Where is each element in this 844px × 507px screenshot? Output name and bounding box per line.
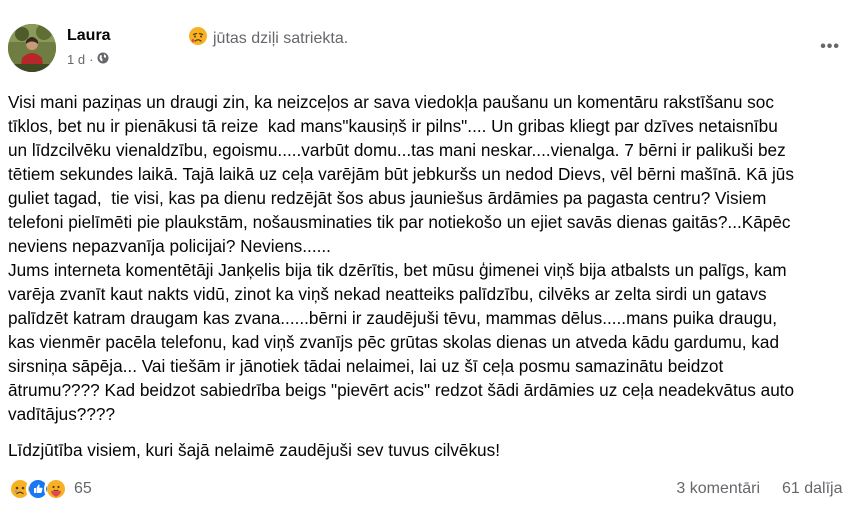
globe-icon[interactable]	[97, 52, 109, 67]
facebook-post: Laura jūtas dziļi satriekta. 1 d · ••• V…	[0, 0, 844, 507]
feeling-icon	[188, 26, 208, 51]
care-reaction-icon	[44, 477, 68, 501]
avatar-image	[8, 24, 56, 72]
post-time[interactable]: 1 d	[67, 52, 85, 67]
post-body-line: guliet tagad, tie visi, kas pa dienu red…	[8, 188, 767, 208]
post-body-line: sirsniņa sāpēja... Vai tiešām ir jānotie…	[8, 356, 724, 376]
shares-count[interactable]: 61 dalīja	[782, 480, 843, 498]
reactions-summary[interactable]: 65	[8, 477, 92, 501]
post-body-line: tētiem sekundes laikā. Tajā laikā uz ceļ…	[8, 164, 794, 184]
author-name[interactable]: Laura	[67, 27, 111, 45]
post-body-line: Jums interneta komentētāji Janķelis bija…	[8, 260, 787, 280]
post-meta: 1 d ·	[67, 52, 109, 67]
post-body-line: telefoni pielīmēti pie plaukstām, nošaus…	[8, 212, 791, 232]
feeling-status: jūtas dziļi satriekta.	[188, 26, 348, 51]
post-body-line: un līdzcilvēku vienaldzību, egoismu.....…	[8, 140, 786, 160]
post-body-line: palīdzēt katram draugam kas zvana......b…	[8, 308, 778, 328]
post-body-line: Līdzjūtība visiem, kuri šajā nelaimē zau…	[8, 440, 500, 460]
post-body: Visi mani paziņas un draugi zin, ka neiz…	[8, 90, 844, 462]
comments-count[interactable]: 3 komentāri	[676, 480, 760, 498]
post-body-line: varēja zvanīt kaut nakts vidū, zinot ka …	[8, 284, 767, 304]
post-body-line: vadītājus????	[8, 404, 116, 424]
reaction-count: 65	[74, 480, 92, 497]
more-options-icon[interactable]: •••	[820, 38, 840, 56]
meta-separator: ·	[89, 52, 94, 67]
post-body-line: Visi mani paziņas un draugi zin, ka neiz…	[8, 92, 774, 112]
post-body-line: tīklos, bet nu ir pienākusi tā reize kad…	[8, 116, 778, 136]
feeling-text: jūtas dziļi satriekta.	[213, 29, 349, 47]
post-body-line: kas vienmēr pacēla telefonu, kad viņš zv…	[8, 332, 780, 352]
post-body-line: ātrumu???? Kad beidzot sabiedrība beigs …	[8, 380, 795, 400]
post-body-line: neviens nepazvanīja policijai? Neviens..…	[8, 236, 331, 256]
post-footer: 65 3 komentāri 61 dalīja	[8, 476, 844, 502]
avatar[interactable]	[8, 24, 56, 72]
